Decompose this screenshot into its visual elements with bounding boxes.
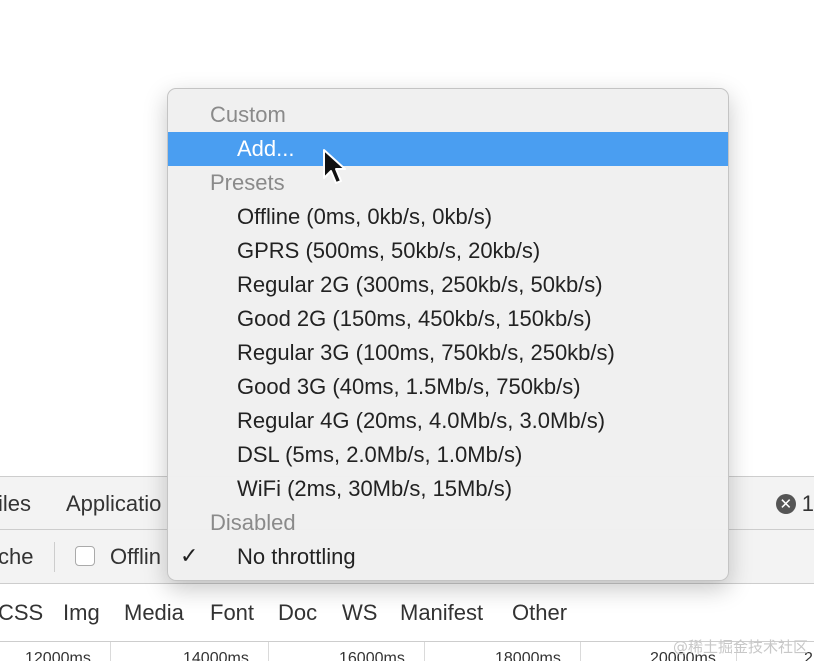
menu-item-preset-gprs[interactable]: GPRS (500ms, 50kb/s, 20kb/s): [168, 234, 728, 268]
tick-label: 16000ms: [339, 650, 405, 661]
menu-item-preset-good-3g[interactable]: Good 3G (40ms, 1.5Mb/s, 750kb/s): [168, 370, 728, 404]
menu-item-preset-good-2g[interactable]: Good 2G (150ms, 450kb/s, 150kb/s): [168, 302, 728, 336]
filter-doc[interactable]: Doc: [278, 600, 317, 626]
menu-item-preset-offline[interactable]: Offline (0ms, 0kb/s, 0kb/s): [168, 200, 728, 234]
tick-line: [268, 642, 269, 661]
checkmark-icon: ✓: [180, 544, 199, 569]
menu-item-preset-wifi[interactable]: WiFi (2ms, 30Mb/s, 15Mb/s): [168, 472, 728, 506]
error-icon: ✕: [775, 494, 796, 514]
error-counter[interactable]: ✕ 1: [775, 491, 814, 517]
menu-header-custom: Custom: [210, 102, 286, 127]
tick-line: [580, 642, 581, 661]
menu-item-preset-dsl[interactable]: DSL (5ms, 2.0Mb/s, 1.0Mb/s): [168, 438, 728, 472]
error-count: 1: [801, 491, 814, 516]
filter-font[interactable]: Font: [210, 600, 254, 626]
offline-checkbox[interactable]: [75, 546, 95, 566]
resource-type-filter-bar: CSS Img Media Font Doc WS Manifest Other: [0, 584, 814, 642]
tick-line: [424, 642, 425, 661]
toolbar-divider: [54, 542, 55, 572]
menu-header-presets: Presets: [210, 170, 285, 195]
filter-other[interactable]: Other: [512, 600, 567, 626]
menu-item-preset-regular-3g[interactable]: Regular 3G (100ms, 750kb/s, 250kb/s): [168, 336, 728, 370]
menu-item-no-throttling[interactable]: ✓ No throttling: [168, 540, 728, 574]
tab-application[interactable]: Applicatio: [66, 491, 161, 517]
throttling-dropdown-menu: Custom Add... Presets Offline (0ms, 0kb/…: [167, 88, 729, 581]
menu-item-preset-regular-4g[interactable]: Regular 4G (20ms, 4.0Mb/s, 3.0Mb/s): [168, 404, 728, 438]
filter-manifest[interactable]: Manifest: [400, 600, 483, 626]
filter-ws[interactable]: WS: [342, 600, 377, 626]
menu-item-preset-regular-2g[interactable]: Regular 2G (300ms, 250kb/s, 50kb/s): [168, 268, 728, 302]
tick-label: 14000ms: [183, 650, 249, 661]
menu-header-disabled: Disabled: [210, 510, 296, 535]
disable-cache-label[interactable]: che: [0, 544, 33, 570]
menu-item-add-custom[interactable]: Add...: [168, 132, 728, 166]
tab-profiles[interactable]: iles: [0, 491, 31, 517]
tick-label: 18000ms: [495, 650, 561, 661]
offline-label[interactable]: Offlin: [110, 544, 161, 570]
tick-line: [110, 642, 111, 661]
watermark: @稀土掘金技术社区: [672, 638, 808, 656]
tick-label: 12000ms: [25, 650, 91, 661]
mouse-pointer-icon: [323, 149, 346, 184]
filter-media[interactable]: Media: [124, 600, 184, 626]
filter-css[interactable]: CSS: [0, 600, 43, 626]
menu-item-label: No throttling: [237, 544, 356, 569]
filter-img[interactable]: Img: [63, 600, 100, 626]
